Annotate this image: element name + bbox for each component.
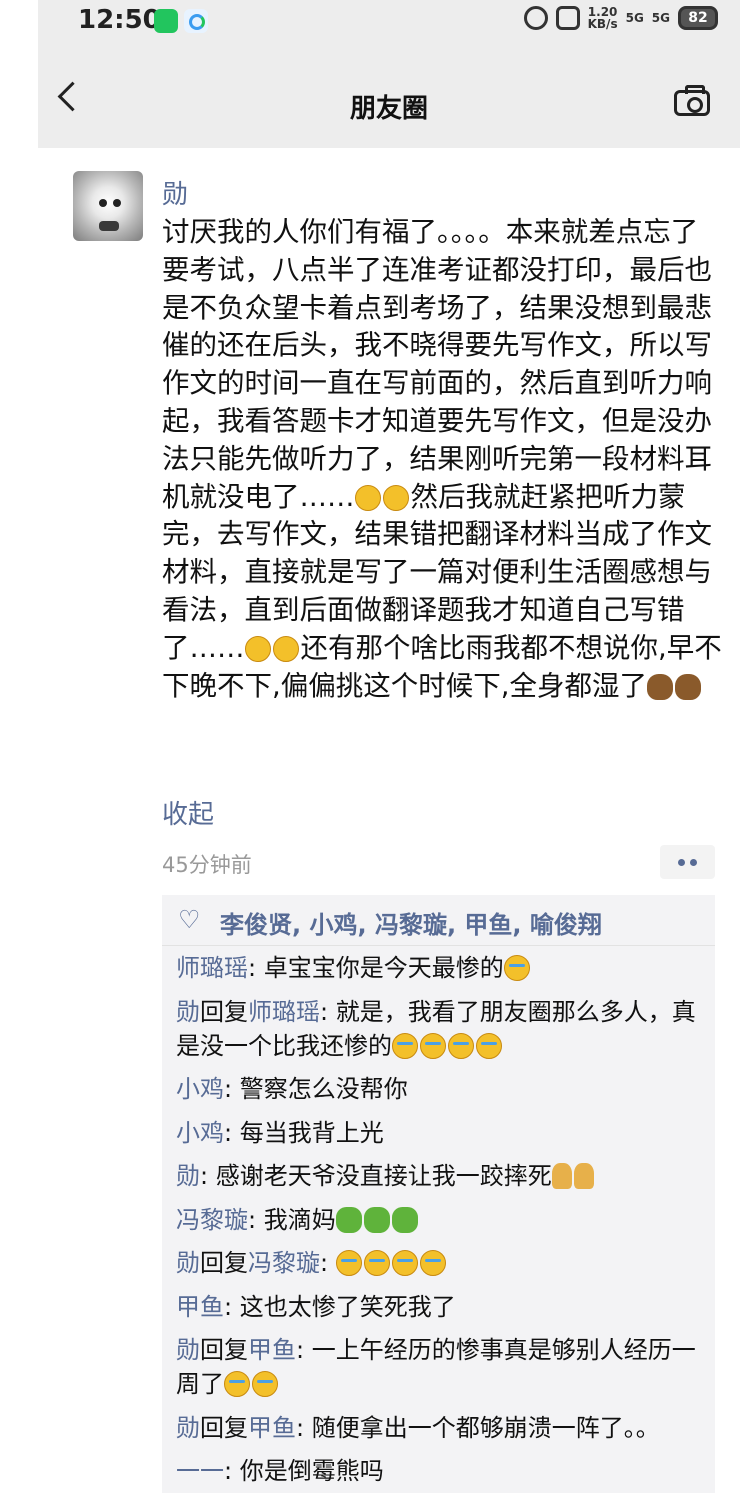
commenter-name[interactable]: 小鸡 bbox=[176, 1075, 224, 1103]
commenter-name[interactable]: 小鸡 bbox=[176, 1119, 224, 1147]
poop-emoji-icon bbox=[674, 673, 701, 700]
crying-emoji-icon bbox=[391, 1250, 418, 1276]
pleading-emoji-icon bbox=[382, 484, 409, 511]
comment-item[interactable]: 勋回复甲鱼: 随便拿出一个都够崩溃一阵了。。 bbox=[176, 1411, 711, 1445]
grin-emoji-icon bbox=[244, 635, 271, 662]
crying-emoji-icon bbox=[392, 1032, 418, 1059]
sick-emoji-icon bbox=[335, 1206, 362, 1233]
more-options-button[interactable] bbox=[660, 845, 715, 879]
comment-text: : 卓宝宝你是今天最惨的 bbox=[248, 954, 504, 982]
reply-to-name[interactable]: 甲鱼 bbox=[248, 1336, 296, 1364]
reply-word: 回复 bbox=[200, 1249, 248, 1277]
grin-emoji-icon bbox=[272, 635, 299, 662]
commenter-name[interactable]: 一一 bbox=[176, 1457, 224, 1485]
collapse-link[interactable]: 收起 bbox=[162, 794, 214, 831]
comment-item[interactable]: 小鸡: 警察怎么没帮你 bbox=[176, 1072, 711, 1106]
post-time: 45分钟前 bbox=[162, 853, 252, 877]
comment-text: : bbox=[320, 1249, 336, 1277]
comment-item[interactable]: 甲鱼: 这也太惨了笑死我了 bbox=[176, 1290, 711, 1324]
post-text-1: 讨厌我的人你们有福了。。。。本来就差点忘了要考试，八点半了连准考证都没打印，最后… bbox=[162, 216, 712, 513]
camera-icon[interactable] bbox=[674, 85, 710, 116]
commenter-name[interactable]: 勋 bbox=[176, 1162, 200, 1190]
speed-unit: KB/s bbox=[587, 17, 618, 31]
status-bar: 12:50 1.20 KB/s 5G 5G 82 bbox=[38, 0, 740, 44]
status-time: 12:50 bbox=[78, 5, 161, 35]
comment-text: : 你是倒霉熊吗 bbox=[224, 1457, 384, 1485]
comment-text: : 随便拿出一个都够崩溃一阵了。。 bbox=[296, 1413, 660, 1442]
comment-text: : 感谢老天爷没直接让我一跤摔死 bbox=[200, 1162, 552, 1190]
crying-emoji-icon bbox=[420, 1032, 446, 1059]
comment-text: : 每当我背上光 bbox=[224, 1118, 384, 1147]
comment-text: : 警察怎么没帮你 bbox=[224, 1075, 408, 1103]
commenter-name[interactable]: 勋 bbox=[176, 1336, 200, 1364]
qq-notification-icon bbox=[184, 9, 208, 33]
signal-icon-2: 5G bbox=[651, 11, 670, 25]
system-icons: 1.20 KB/s 5G 5G 82 bbox=[523, 6, 718, 30]
poop-emoji-icon bbox=[646, 673, 673, 700]
comment-item[interactable]: 勋回复师璐瑶: 就是，我看了朋友圈那么多人，真是没一个比我还惨的 bbox=[176, 995, 711, 1063]
alarm-icon bbox=[523, 6, 548, 30]
post-content: 讨厌我的人你们有福了。。。。本来就差点忘了要考试，八点半了连准考证都没打印，最后… bbox=[162, 214, 722, 705]
commenter-name[interactable]: 甲鱼 bbox=[176, 1293, 224, 1321]
battery-icon: 82 bbox=[678, 6, 718, 30]
reply-word: 回复 bbox=[200, 1413, 248, 1442]
reply-word: 回复 bbox=[200, 997, 248, 1026]
likes-row: ♡ 李俊贤, 小鸡, 冯黎璇, 甲鱼, 喻俊翔 bbox=[162, 895, 715, 946]
praying-hands-icon bbox=[573, 1163, 594, 1189]
sick-emoji-icon bbox=[363, 1206, 390, 1233]
commenter-name[interactable]: 勋 bbox=[176, 1414, 200, 1442]
crying-emoji-icon bbox=[476, 1032, 502, 1059]
nfc-icon bbox=[555, 6, 580, 30]
like-names[interactable]: 李俊贤, 小鸡, 冯黎璇, 甲鱼, 喻俊翔 bbox=[220, 905, 602, 940]
crying-emoji-icon bbox=[419, 1250, 446, 1276]
commenter-name[interactable]: 师璐瑶 bbox=[176, 954, 248, 982]
sick-emoji-icon bbox=[391, 1206, 418, 1233]
reply-to-name[interactable]: 师璐瑶 bbox=[248, 998, 320, 1026]
commenter-name[interactable]: 勋 bbox=[176, 998, 200, 1026]
heart-icon: ♡ bbox=[178, 905, 201, 934]
reply-word: 回复 bbox=[200, 1336, 248, 1364]
comment-item[interactable]: 师璐瑶: 卓宝宝你是今天最惨的 bbox=[176, 951, 711, 985]
comment-text: : 这也太惨了笑死我了 bbox=[224, 1292, 456, 1321]
crying-emoji-icon bbox=[224, 1371, 250, 1397]
comment-item[interactable]: 一一: 你是倒霉熊吗 bbox=[176, 1454, 711, 1488]
comment-text: : 我滴妈 bbox=[248, 1205, 336, 1234]
commenter-name[interactable]: 勋 bbox=[176, 1249, 200, 1277]
comment-item[interactable]: 勋回复甲鱼: 一上午经历的惨事真是够别人经历一周了 bbox=[176, 1333, 711, 1401]
pleading-emoji-icon bbox=[354, 484, 381, 511]
signal-icon: 5G bbox=[625, 11, 644, 25]
reply-to-name[interactable]: 冯黎璇 bbox=[248, 1249, 320, 1277]
crying-emoji-icon bbox=[363, 1250, 390, 1276]
crying-emoji-icon bbox=[335, 1250, 362, 1276]
comment-item[interactable]: 小鸡: 每当我背上光 bbox=[176, 1116, 711, 1150]
crying-emoji-icon bbox=[252, 1371, 278, 1397]
network-speed: 1.20 KB/s bbox=[588, 6, 618, 30]
nav-bar: 朋友圈 bbox=[38, 64, 740, 144]
comment-item[interactable]: 勋: 感谢老天爷没直接让我一跤摔死 bbox=[176, 1159, 711, 1193]
comment-list: 师璐瑶: 卓宝宝你是今天最惨的 勋回复师璐瑶: 就是，我看了朋友圈那么多人，真是… bbox=[176, 951, 711, 1498]
avatar[interactable] bbox=[73, 171, 143, 241]
commenter-name[interactable]: 冯黎璇 bbox=[176, 1206, 248, 1234]
praying-hands-icon bbox=[551, 1163, 572, 1189]
wechat-notification-icon bbox=[154, 9, 178, 33]
interaction-panel: ♡ 李俊贤, 小鸡, 冯黎璇, 甲鱼, 喻俊翔 师璐瑶: 卓宝宝你是今天最惨的 … bbox=[162, 895, 715, 1493]
comment-item[interactable]: 冯黎璇: 我滴妈 bbox=[176, 1203, 711, 1237]
reply-to-name[interactable]: 甲鱼 bbox=[248, 1414, 296, 1442]
crying-emoji-icon bbox=[503, 955, 530, 981]
page-title: 朋友圈 bbox=[349, 94, 428, 124]
comment-item[interactable]: 勋回复冯黎璇: bbox=[176, 1246, 711, 1280]
post-author[interactable]: 勋 bbox=[162, 174, 188, 211]
crying-emoji-icon bbox=[448, 1032, 474, 1059]
